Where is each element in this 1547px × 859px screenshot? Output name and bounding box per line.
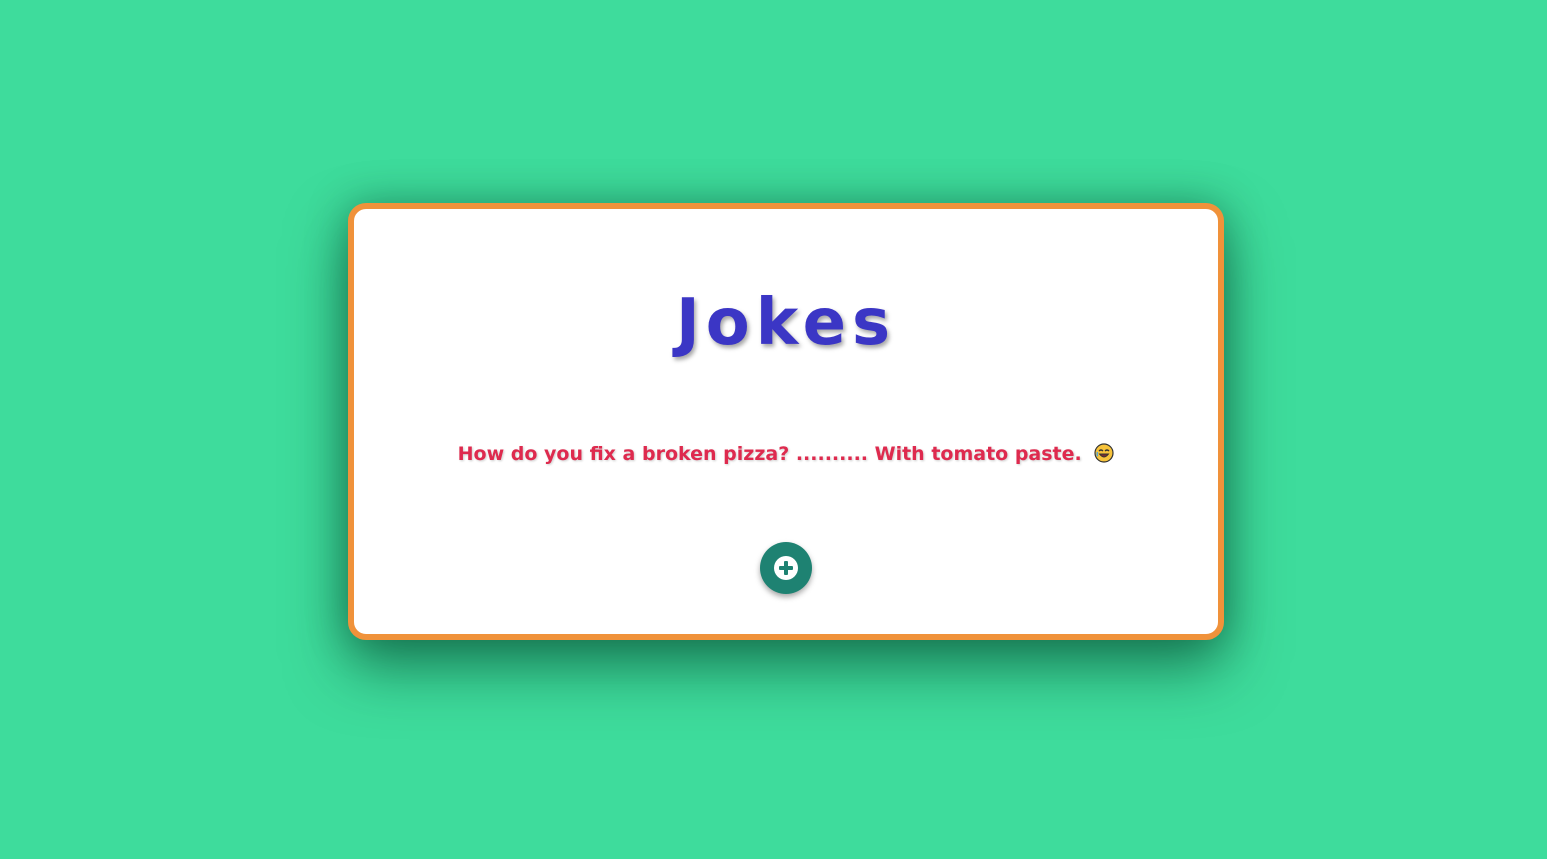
new-joke-button[interactable] (760, 542, 812, 594)
joke-card: Jokes How do you fix a broken pizza? ...… (348, 203, 1224, 640)
joke-text: How do you fix a broken pizza? .........… (457, 443, 1082, 465)
plus-icon (774, 556, 798, 580)
page-background: Jokes How do you fix a broken pizza? ...… (0, 0, 1547, 859)
laughing-face-icon (1094, 443, 1114, 463)
page-title: Jokes (675, 286, 897, 360)
joke-line: How do you fix a broken pizza? .........… (354, 443, 1218, 465)
